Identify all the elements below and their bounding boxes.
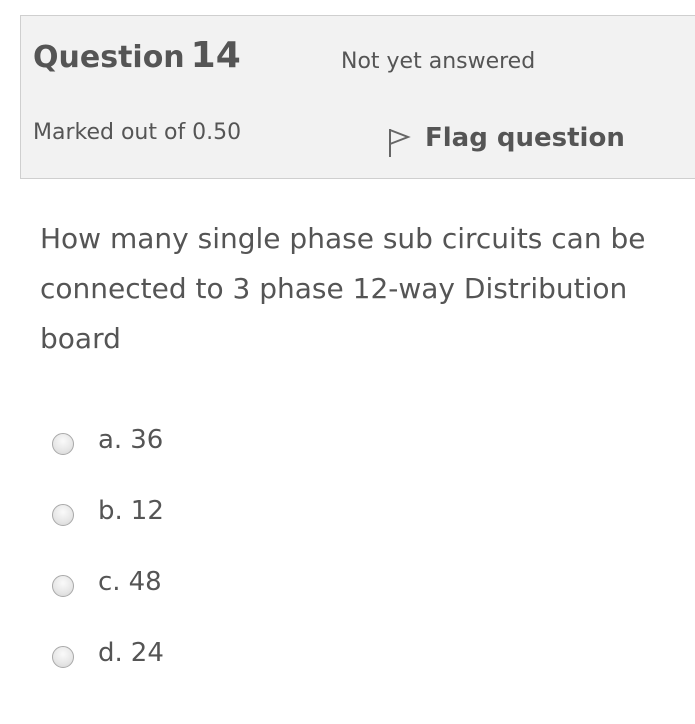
- answer-radio-a[interactable]: [52, 432, 74, 455]
- answer-options: a. 36 b. 12 c. 48 d. 24: [52, 404, 552, 688]
- answer-letter: d.: [98, 637, 123, 668]
- answer-label-b: b. 12: [98, 496, 164, 526]
- answer-option-a[interactable]: a. 36: [52, 404, 552, 475]
- answer-option-c[interactable]: c. 48: [52, 546, 552, 617]
- answer-label-d: d. 24: [98, 638, 164, 668]
- question-grade: Marked out of 0.50: [33, 120, 242, 145]
- flag-question-label: Flag question: [425, 123, 625, 153]
- flag-icon: [387, 127, 411, 159]
- answer-label-c: c. 48: [98, 567, 162, 597]
- question-word: Question: [33, 40, 185, 75]
- question-number: 14: [190, 35, 241, 76]
- flag-question-link[interactable]: Flag question: [387, 117, 625, 159]
- answer-option-d[interactable]: d. 24: [52, 617, 552, 688]
- question-state: Not yet answered: [341, 49, 536, 74]
- question-text: How many single phase sub circuits can b…: [40, 222, 646, 355]
- answer-label-a: a. 36: [98, 425, 163, 455]
- answer-letter: b.: [98, 495, 123, 526]
- question-info-panel: Question 14 Not yet answered Marked out o…: [20, 15, 695, 179]
- answer-option-b[interactable]: b. 12: [52, 475, 552, 546]
- answer-value: 24: [130, 637, 164, 668]
- answer-value: 48: [128, 566, 162, 597]
- question-title: Question 14: [33, 38, 241, 74]
- answer-value: 36: [130, 424, 164, 455]
- answer-letter: a.: [98, 424, 123, 455]
- answer-value: 12: [130, 495, 164, 526]
- answer-radio-c[interactable]: [52, 574, 74, 597]
- answer-letter: c.: [98, 566, 121, 597]
- answer-radio-b[interactable]: [52, 503, 74, 526]
- answer-radio-d[interactable]: [52, 645, 74, 668]
